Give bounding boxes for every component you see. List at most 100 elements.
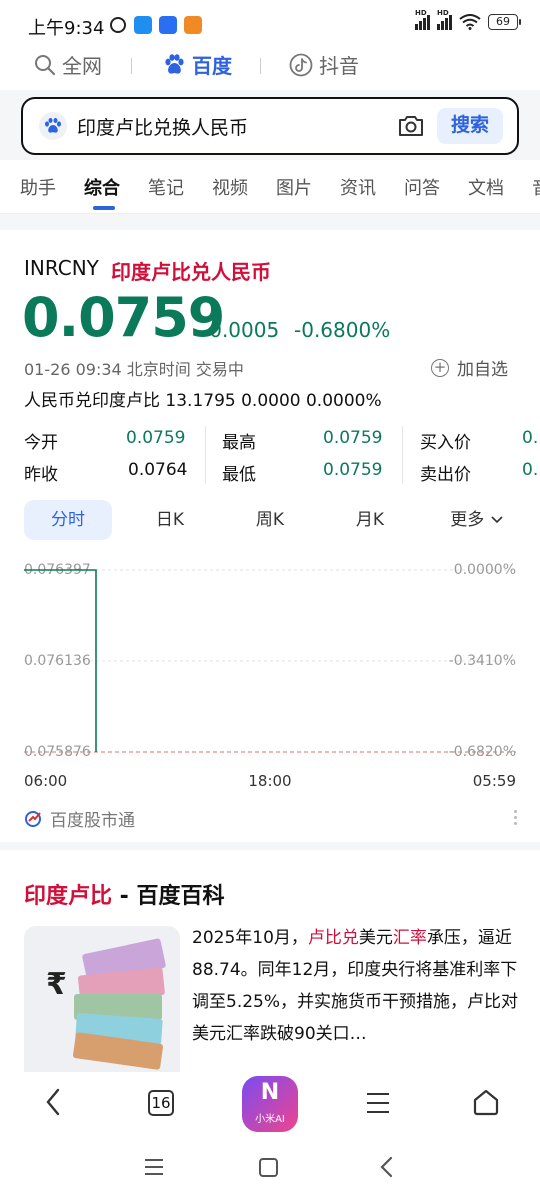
plus-icon: +: [431, 358, 449, 377]
add-watchlist-button[interactable]: + 加自选: [431, 355, 508, 380]
sell-label: 卖出价: [420, 465, 471, 485]
buy-label: 买入价: [420, 433, 471, 453]
baike-title-suffix: - 百度百科: [112, 884, 225, 909]
x-tick: 18:00: [248, 772, 291, 790]
tab-docs[interactable]: 文档: [468, 174, 504, 200]
game-app-icon: [184, 16, 202, 34]
back-icon[interactable]: [42, 1086, 66, 1118]
summary-part: 2025年10月，: [192, 928, 308, 948]
y-tick-right: 0.0000%: [454, 562, 516, 578]
y-tick-left: 0.075876: [24, 744, 91, 760]
system-home-icon[interactable]: [259, 1158, 278, 1177]
battery-icon: 69: [488, 14, 521, 30]
svg-text:₹: ₹: [46, 967, 67, 1002]
open-label: 今开: [24, 433, 58, 453]
intraday-chart[interactable]: 0.0763970.0761360.0758760.0000%-0.3410%-…: [0, 556, 540, 796]
pair-name[interactable]: 印度卢比兑人民币: [111, 256, 271, 285]
search-box: 搜索: [21, 97, 519, 155]
channel-douyin[interactable]: 抖音: [289, 50, 359, 79]
tab-weekly-k[interactable]: 周K: [226, 500, 314, 540]
current-price: 0.0759: [22, 286, 225, 349]
low-label: 最低: [222, 465, 256, 485]
active-tab-indicator: [93, 206, 115, 210]
search-input[interactable]: [77, 111, 397, 141]
channel-douyin-label: 抖音: [319, 54, 359, 78]
upload-app-icon: [134, 16, 152, 34]
tabs-count-button[interactable]: 16: [148, 1090, 174, 1116]
prev-close-value: 0.0764: [128, 460, 188, 480]
tab-more-label: 更多: [450, 510, 485, 530]
search-channels: 全网 百度 抖音: [0, 40, 540, 90]
summary-keyword: 卢比兑: [307, 928, 359, 948]
divider: [131, 58, 132, 74]
fx-quote-card: INRCNY 印度卢比兑人民币 0.0759 -0.0005 -0.6800% …: [0, 230, 540, 842]
y-tick-right: -0.6820%: [449, 744, 516, 760]
prev-close-label: 昨收: [24, 465, 58, 485]
data-source-label: 百度股市通: [50, 811, 135, 831]
ai-logo-icon: N: [260, 1080, 280, 1105]
douyin-icon: [289, 53, 313, 76]
data-source[interactable]: 百度股市通: [24, 806, 135, 831]
chevron-down-icon: [491, 516, 503, 524]
tab-intraday[interactable]: 分时: [24, 500, 112, 540]
tab-monthly-k[interactable]: 月K: [326, 500, 414, 540]
ai-label: 小米AI: [255, 1114, 285, 1125]
channel-all-label: 全网: [62, 54, 102, 78]
y-tick-left: 0.076136: [24, 653, 91, 669]
x-tick: 06:00: [24, 772, 67, 790]
stock-app-icon: [25, 810, 41, 827]
quote-timestamp: 01-26 09:34 北京时间 交易中: [24, 360, 244, 379]
low-value: 0.0759: [323, 460, 383, 480]
tab-daily-k[interactable]: 日K: [126, 500, 214, 540]
divider: [260, 58, 261, 74]
rupee-notes-image[interactable]: ₹: [24, 926, 180, 1082]
tab-notes[interactable]: 笔记: [148, 174, 184, 200]
search-icon: [35, 54, 56, 75]
wifi-icon: [459, 14, 481, 30]
high-label: 最高: [222, 433, 256, 453]
signal-icon: HD: [415, 9, 430, 30]
high-value: 0.0759: [323, 428, 383, 448]
summary-keyword: 汇率: [392, 928, 427, 948]
x-tick: 05:59: [473, 772, 516, 790]
baike-card: 印度卢比 - 百度百科 ₹ 2025年10月，卢比兑美元汇率承压，逼近88.74…: [0, 850, 540, 1082]
result-tabs: 助手 综合 笔记 视频 图片 资讯 问答 文档 音: [0, 160, 540, 214]
y-tick-right: -0.3410%: [449, 653, 516, 669]
alarm-icon: [110, 17, 126, 33]
system-back-icon[interactable]: [378, 1156, 394, 1178]
tab-music[interactable]: 音: [532, 174, 540, 200]
pair-code: INRCNY: [24, 256, 99, 280]
tab-images[interactable]: 图片: [276, 174, 312, 200]
tab-video[interactable]: 视频: [212, 174, 248, 200]
tab-assistant[interactable]: 助手: [20, 174, 56, 200]
xiaomi-ai-button[interactable]: N 小米AI: [242, 1076, 298, 1132]
recents-icon[interactable]: [144, 1158, 164, 1176]
baike-title-keyword: 印度卢比: [24, 884, 113, 909]
divider: [205, 426, 206, 484]
system-nav-bar: [0, 1136, 540, 1200]
reverse-rate: 人民币兑印度卢比 13.1795 0.0000 0.0000%: [24, 391, 382, 411]
price-change: -0.0005: [202, 318, 280, 342]
tab-news[interactable]: 资讯: [340, 174, 376, 200]
period-tabs: 分时 日K 周K 月K 更多: [24, 500, 524, 540]
search-button[interactable]: 搜索: [437, 108, 503, 144]
menu-icon[interactable]: [366, 1092, 390, 1114]
more-options-icon[interactable]: [514, 810, 518, 828]
signal-icon-2: HD: [437, 9, 452, 30]
home-icon[interactable]: [472, 1088, 500, 1116]
channel-all[interactable]: 全网: [34, 50, 102, 79]
sell-value: 0.: [522, 460, 539, 480]
divider: [402, 426, 403, 484]
browser-bottom-nav: 16 N 小米AI: [0, 1072, 540, 1136]
status-time: 上午9:34: [28, 18, 105, 39]
tab-qa[interactable]: 问答: [404, 174, 440, 200]
open-value: 0.0759: [126, 428, 186, 448]
tab-more[interactable]: 更多: [430, 500, 524, 540]
tab-all[interactable]: 综合: [84, 174, 120, 200]
channel-baidu[interactable]: 百度: [162, 50, 232, 79]
channel-baidu-label: 百度: [192, 54, 232, 78]
baike-summary: 2025年10月，卢比兑美元汇率承压，逼近88.74。同年12月，印度央行将基准…: [192, 922, 518, 1050]
camera-icon[interactable]: [397, 113, 425, 139]
price-change-pct: -0.6800%: [294, 318, 391, 342]
baike-title[interactable]: 印度卢比 - 百度百科: [24, 878, 224, 910]
